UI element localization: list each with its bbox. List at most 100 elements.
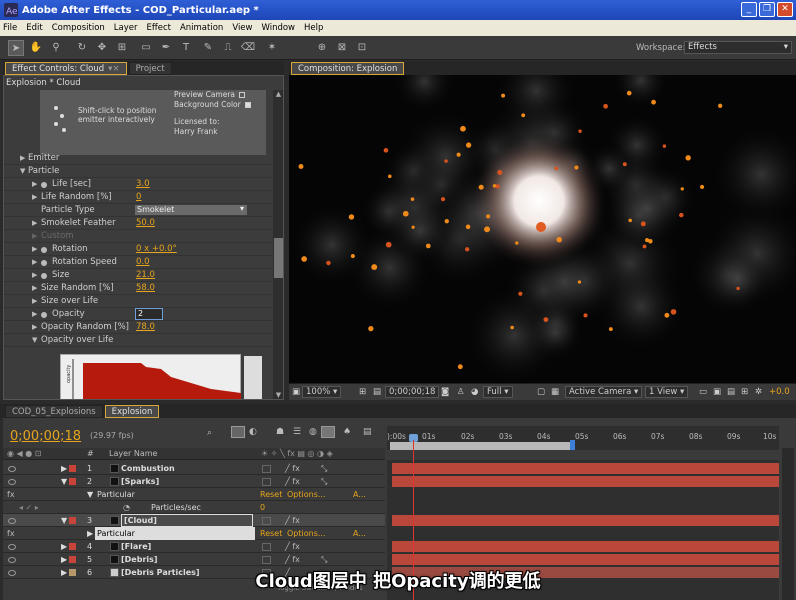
layer-switch[interactable] [262,478,271,486]
timeline-timecode[interactable]: 0;00;00;18 [10,429,81,444]
tab-effect-controls[interactable]: Effect Controls: Cloud ▾× [5,62,127,75]
expand-arrow-icon[interactable]: ▶ [32,282,37,295]
minimize-button[interactable]: _ [741,2,757,17]
stopwatch-icon[interactable] [41,247,47,253]
maximize-button[interactable]: ❐ [759,2,775,17]
expand-arrow-icon[interactable]: ▶ [32,256,37,269]
size-random-value[interactable]: 58.0 [136,282,155,295]
param-size-random[interactable]: ▶ Size Random [%] 58.0 [4,282,272,295]
menu-composition[interactable]: Composition [52,23,105,33]
layer-name-edit[interactable]: [Cloud] [121,514,253,527]
current-time-display[interactable]: 0;00;00;18 [385,386,440,398]
graph-presets-strip[interactable] [244,356,262,399]
workspace-select[interactable]: Effects [684,41,792,54]
particular-preview[interactable]: Shift-click to position emitter interact… [40,90,266,155]
pen-tool-icon[interactable]: ✒ [158,40,174,56]
layer-bar-cloud[interactable] [392,515,779,526]
layer-bar-sparks[interactable] [392,476,779,487]
menu-help[interactable]: Help [304,23,323,33]
param-size-over-life[interactable]: ▶ Size over Life [4,295,272,308]
twirl-arrow-icon[interactable]: ▼ [61,514,67,527]
transparency-grid-icon[interactable]: ▦ [551,387,559,397]
text-tool-icon[interactable]: T [178,40,194,56]
param-value[interactable]: 0 [260,501,265,514]
effect-name[interactable]: Particular [97,488,135,501]
effect-options[interactable]: Options... [287,527,326,540]
view-layout-select[interactable]: 1 View ▾ [645,386,689,398]
scroll-down-icon[interactable]: ▼ [274,391,283,399]
stopwatch-icon[interactable] [41,260,47,266]
effect-name-highlight[interactable]: Particular [95,527,255,540]
always-preview-icon[interactable]: ▣ [292,387,300,397]
menu-file[interactable]: File [3,23,17,33]
brush-tool-icon[interactable]: ✎ [200,40,216,56]
twirl-arrow-icon[interactable]: ▶ [87,527,93,540]
channel-icon[interactable]: ◕ [471,387,478,397]
fast-previews-icon[interactable]: ▣ [713,387,721,397]
label-color[interactable] [69,517,76,524]
graph-editor-icon[interactable]: ▤ [363,427,372,437]
param-size[interactable]: ▶ Size 21.0 [4,269,272,282]
label-color[interactable] [69,478,76,485]
composition-viewer[interactable] [289,75,796,400]
param-opacity-random[interactable]: ▶ Opacity Random [%] 78.0 [4,321,272,334]
visibility-eye-icon[interactable] [8,557,16,563]
visibility-eye-icon[interactable] [8,479,16,485]
effect-reset[interactable]: Reset [260,527,282,540]
layer-name[interactable]: Combustion [121,462,175,475]
expand-arrow-icon[interactable]: ▶ [32,269,37,282]
stopwatch-icon[interactable] [41,312,47,318]
particle-type-select[interactable]: Smokelet [135,204,247,215]
expand-arrow-icon[interactable]: ▶ [20,152,25,165]
fx-switch-icon[interactable]: ╱ fx [285,540,300,553]
param-particle-type[interactable]: Particle Type Smokelet [4,204,272,217]
timeline-icon[interactable]: ▤ [727,387,735,397]
scroll-up-icon[interactable]: ▲ [274,90,283,99]
collapse-arrow-icon[interactable]: ▼ [20,165,25,178]
param-life[interactable]: ▶ Life [sec] 3.0 [4,178,272,191]
scroll-thumb[interactable] [274,238,283,278]
work-area-end-handle[interactable] [570,440,575,450]
eraser-tool-icon[interactable]: ⌫ [240,40,256,56]
layer-row-debris[interactable]: ▶ 5 [Debris] ╱ fx ⤡ [3,553,385,566]
layer-name[interactable]: [Sparks] [121,475,159,488]
layer-switch[interactable] [262,556,271,564]
life-random-value[interactable]: 0 [136,191,141,204]
expand-arrow-icon[interactable]: ▶ [32,243,37,256]
composition-mini-flowchart-icon[interactable] [231,426,245,438]
menu-layer[interactable]: Layer [114,23,138,33]
expand-arrow-icon[interactable]: ▶ [32,321,37,334]
layer-switch[interactable] [262,517,271,525]
twirl-arrow-icon[interactable]: ▶ [61,540,67,553]
expand-arrow-icon[interactable]: ▶ [32,295,37,308]
fx-switch-icon[interactable]: ╱ fx [285,514,300,527]
hand-tool-icon[interactable]: ✋ [28,40,44,56]
twirl-arrow-icon[interactable]: ▼ [61,475,67,488]
draft-3d-icon[interactable]: ◐ [249,427,257,437]
fx-switch-icon[interactable]: ╱ fx [285,475,300,488]
rotation-value[interactable]: 0 x +0.0° [136,243,177,256]
twirl-arrow-icon[interactable]: ▶ [61,553,67,566]
layer-row-sparks[interactable]: ▼ 2 [Sparks] ╱ fx ⤡ [3,475,385,488]
menu-effect[interactable]: Effect [147,23,171,33]
param-rotation-speed[interactable]: ▶ Rotation Speed 0.0 [4,256,272,269]
particle-group[interactable]: ▼ Particle [4,165,272,178]
collapse-arrow-icon[interactable]: ▼ [32,334,37,347]
close-button[interactable]: ✕ [777,2,793,17]
exposure-value[interactable]: +0.0 [769,387,790,397]
expand-arrow-icon[interactable]: ▶ [32,178,37,191]
layer-bar-flare[interactable] [392,541,779,552]
tab-composition[interactable]: Composition: Explosion [291,62,405,75]
world-axis-icon[interactable]: ⊠ [334,40,350,56]
emitter-group[interactable]: ▶ Emitter [4,152,272,165]
background-color-swatch[interactable] [244,102,251,108]
selection-tool-icon[interactable]: ➤ [8,40,24,56]
adjust-switch-icon[interactable]: ⤡ [321,553,327,566]
layer-name[interactable]: [Flare] [121,540,151,553]
layer-switch[interactable] [262,465,271,473]
layer-bar-combustion[interactable] [392,463,779,474]
fx-switch-icon[interactable]: ╱ fx [285,553,300,566]
adjust-switch-icon[interactable]: ⤡ [321,462,327,475]
label-color[interactable] [69,556,76,563]
stopwatch-icon[interactable] [41,273,47,279]
